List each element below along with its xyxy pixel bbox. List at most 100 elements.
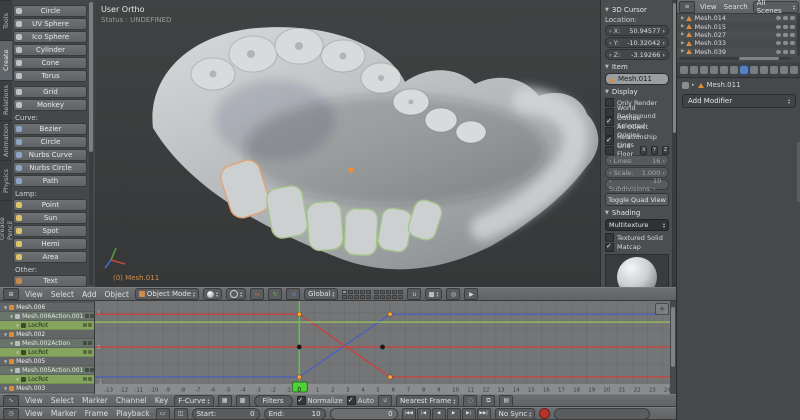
layer-toggle[interactable] — [386, 295, 391, 299]
end-frame-field[interactable]: End:10 — [264, 408, 326, 420]
eye-icon[interactable] — [776, 50, 781, 54]
tool-shelf-tab-grease-pencil[interactable]: Grease Pencil — [0, 200, 12, 240]
pivot-dropdown[interactable]: ▴▾ — [226, 288, 246, 300]
auto-normalize-toggle[interactable]: Auto — [347, 396, 374, 405]
eye-icon[interactable] — [776, 16, 781, 20]
menu-select[interactable]: Select — [49, 396, 76, 405]
region-expand-icon[interactable]: + — [655, 303, 669, 315]
menu-frame[interactable]: Frame — [83, 409, 110, 418]
channel-object[interactable]: ▼Mesh.002 — [0, 330, 94, 339]
menu-add[interactable]: Add — [80, 290, 99, 299]
camera-icon[interactable] — [790, 41, 795, 45]
pointer-icon[interactable] — [783, 50, 788, 54]
snap-element-dropdown[interactable]: ▴▾ — [425, 288, 442, 300]
layer-toggle[interactable] — [386, 290, 391, 294]
add-monkey-button[interactable]: Monkey — [13, 99, 87, 111]
cursor-section-header[interactable]: ▼ 3D Cursor — [605, 6, 669, 14]
channel-action[interactable]: ▼Mesh.002Action — [0, 339, 94, 348]
layer-toggle[interactable] — [374, 295, 379, 299]
jump-to-start-icon[interactable]: |◀◀ — [402, 408, 416, 420]
toggle-quad-view-button[interactable]: Toggle Quad View — [605, 193, 669, 206]
shading-section-header[interactable]: ▼ Shading — [605, 209, 669, 217]
channel-group[interactable]: ▼LocRot — [0, 321, 94, 330]
properties-tab-object-data[interactable] — [750, 66, 758, 74]
channel-action[interactable]: ▼Mesh.005Action.001 — [0, 366, 94, 375]
layer-toggle[interactable] — [374, 290, 379, 294]
menu-marker[interactable]: Marker — [49, 409, 79, 418]
keyframe-dot[interactable] — [388, 375, 392, 379]
record-button[interactable] — [539, 408, 550, 419]
properties-tab-object[interactable] — [720, 66, 728, 74]
add-area-button[interactable]: Area — [13, 251, 87, 263]
keyframe-dot[interactable] — [388, 312, 392, 316]
keyframe-dot[interactable] — [297, 345, 301, 349]
mute-icon[interactable] — [85, 368, 89, 372]
lock-icon[interactable] — [88, 323, 92, 327]
outliner-row[interactable]: ▶Mesh.039 — [677, 48, 800, 56]
jump-to-end-icon[interactable]: ▶▶| — [477, 408, 491, 420]
tool-shelf-tab-create[interactable]: Create — [0, 40, 12, 80]
pointer-icon[interactable] — [783, 41, 788, 45]
add-cylinder-button[interactable]: Cylinder — [13, 44, 87, 56]
outliner-hscrollbar[interactable] — [679, 57, 791, 60]
orientation-dropdown[interactable]: Global ▴▾ — [304, 288, 338, 300]
add-circle-button[interactable]: Circle — [13, 136, 87, 148]
snap-magnet-icon[interactable]: ∪ — [378, 395, 392, 407]
properties-tab-world[interactable] — [710, 66, 718, 74]
layer-toggle[interactable] — [392, 290, 397, 294]
layer-toggle[interactable] — [366, 290, 371, 294]
add-sun-button[interactable]: Sun — [13, 212, 87, 224]
layer-toggle[interactable] — [366, 295, 371, 299]
snap-magnet-icon[interactable]: ∪ — [407, 288, 421, 300]
menu-view[interactable]: View — [23, 396, 45, 405]
properties-tab-render-layers[interactable] — [690, 66, 698, 74]
add-path-button[interactable]: Path — [13, 175, 87, 187]
viewport-3d[interactable]: User Ortho Status : UNDEFINED (0) Mesh.0… — [95, 0, 676, 287]
layer-toggle[interactable] — [348, 290, 353, 294]
grid-axis-y-button[interactable]: Y — [651, 146, 658, 155]
channel-object[interactable]: ▼Mesh.006 — [0, 303, 94, 312]
tool-shelf-tab-animation[interactable]: Animation — [0, 120, 12, 160]
properties-tab-modifiers[interactable] — [740, 66, 748, 74]
shading-check-textured-solid[interactable]: Textured Solid — [605, 233, 669, 243]
item-section-header[interactable]: ▼ Item — [605, 63, 669, 71]
curve-view[interactable]: -13-12-11-10-9-8-7-6-5-4-3-2-10123456789… — [95, 301, 670, 394]
tool-shelf-scrollbar[interactable] — [89, 2, 93, 285]
viewport-shading-dropdown[interactable]: ▴▾ — [203, 288, 222, 300]
next-keyframe-icon[interactable]: ▶| — [462, 408, 476, 420]
render-opengl-anim-icon[interactable]: ▶ — [464, 288, 478, 300]
scene-filter-dropdown[interactable]: All Scenes ▴▾ — [753, 1, 799, 13]
lock-icon[interactable] — [90, 314, 94, 318]
graph-mode-dropdown[interactable]: F-Curve ▴▾ — [174, 395, 213, 407]
layer-toggle[interactable] — [380, 295, 385, 299]
tool-shelf-tab-tools[interactable]: Tools — [0, 0, 12, 40]
properties-tab-physics[interactable] — [790, 66, 798, 74]
camera-icon[interactable] — [790, 33, 795, 37]
add-torus-button[interactable]: Torus — [13, 70, 87, 82]
grid-axis-z-button[interactable]: Z — [662, 146, 669, 155]
channel-action[interactable]: ▼Mesh.006Action.001 — [0, 312, 94, 321]
layer-toggle[interactable] — [360, 290, 365, 294]
play-reverse-icon[interactable]: ◀ — [432, 408, 446, 420]
menu-key[interactable]: Key — [153, 396, 171, 405]
menu-search[interactable]: Search — [722, 3, 750, 11]
layer-toggle[interactable] — [342, 290, 347, 294]
camera-icon[interactable] — [790, 50, 795, 54]
add-spot-button[interactable]: Spot — [13, 225, 87, 237]
properties-tab-particles[interactable] — [780, 66, 788, 74]
cursor-z-field[interactable]: ‹ Z:-3.19266 › — [605, 49, 669, 60]
menu-view[interactable]: View — [23, 409, 45, 418]
manipulator-translate-icon[interactable]: ↔ — [250, 288, 264, 300]
object-name-field[interactable]: Mesh.011 — [605, 73, 669, 85]
display-check-relationship-lines[interactable]: Relationship Lines — [605, 136, 669, 146]
mute-icon[interactable] — [83, 341, 87, 345]
menu-view[interactable]: View — [23, 290, 45, 299]
add-grid-button[interactable]: Grid — [13, 86, 87, 98]
channel-object[interactable]: ▼Mesh.005 — [0, 357, 94, 366]
keyframe-dot[interactable] — [380, 345, 384, 349]
lock-icon[interactable] — [90, 368, 94, 372]
layer-toggle[interactable] — [354, 295, 359, 299]
outliner-row[interactable]: ▶Mesh.015 — [677, 22, 800, 30]
lock-time-icon[interactable]: ◫ — [174, 408, 188, 420]
layer-toggle[interactable] — [360, 295, 365, 299]
